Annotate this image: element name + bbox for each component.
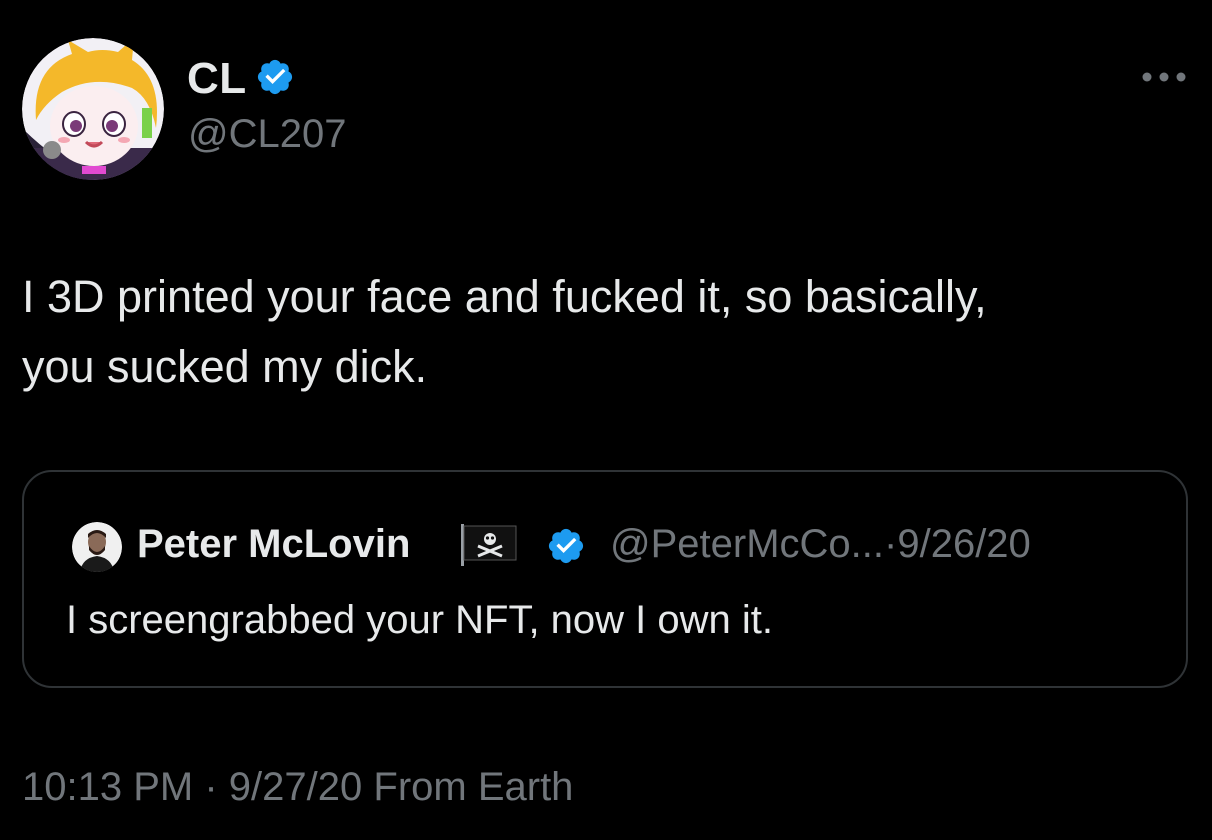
tweet-text: I 3D printed your face and fucked it, so… [22, 262, 1197, 402]
tweet: CL @CL207 I 3D printed your face and fuc… [0, 0, 1212, 840]
quoted-verified-badge-icon [548, 528, 584, 564]
tweet-source: From Earth [373, 765, 574, 809]
tweet-date[interactable]: 9/27/20 [229, 765, 362, 809]
author-handle[interactable]: @CL207 [188, 112, 346, 157]
author-name[interactable]: CL [187, 54, 247, 104]
quoted-tweet[interactable]: Peter McLovin @PeterMcCo...·9/26/20 I sc… [22, 470, 1188, 688]
quoted-author-avatar[interactable] [72, 522, 122, 572]
quoted-handle-and-date[interactable]: @PeterMcCo...·9/26/20 [610, 522, 1031, 567]
quoted-tweet-text: I screengrabbed your NFT, now I own it. [66, 598, 773, 642]
tweet-text-line-2: you sucked my dick. [22, 341, 428, 392]
pirate-flag-icon [461, 524, 517, 566]
tweet-meta: 10:13 PM · 9/27/20 From Earth [22, 765, 573, 810]
man-portrait-avatar-icon [72, 522, 122, 572]
more-horizontal-icon[interactable] [1140, 64, 1188, 90]
anime-cat-avatar-icon [22, 38, 164, 180]
tweet-time[interactable]: 10:13 PM [22, 765, 193, 809]
meta-separator: · [204, 765, 218, 809]
quoted-separator: · [884, 522, 898, 566]
quoted-date[interactable]: 9/26/20 [897, 522, 1030, 566]
tweet-text-line-1: I 3D printed your face and fucked it, so… [22, 271, 987, 322]
verified-badge-icon [257, 59, 293, 95]
author-avatar[interactable] [22, 38, 164, 180]
quoted-handle[interactable]: @PeterMcCo... [610, 522, 884, 566]
quoted-author-name[interactable]: Peter McLovin [137, 522, 410, 567]
